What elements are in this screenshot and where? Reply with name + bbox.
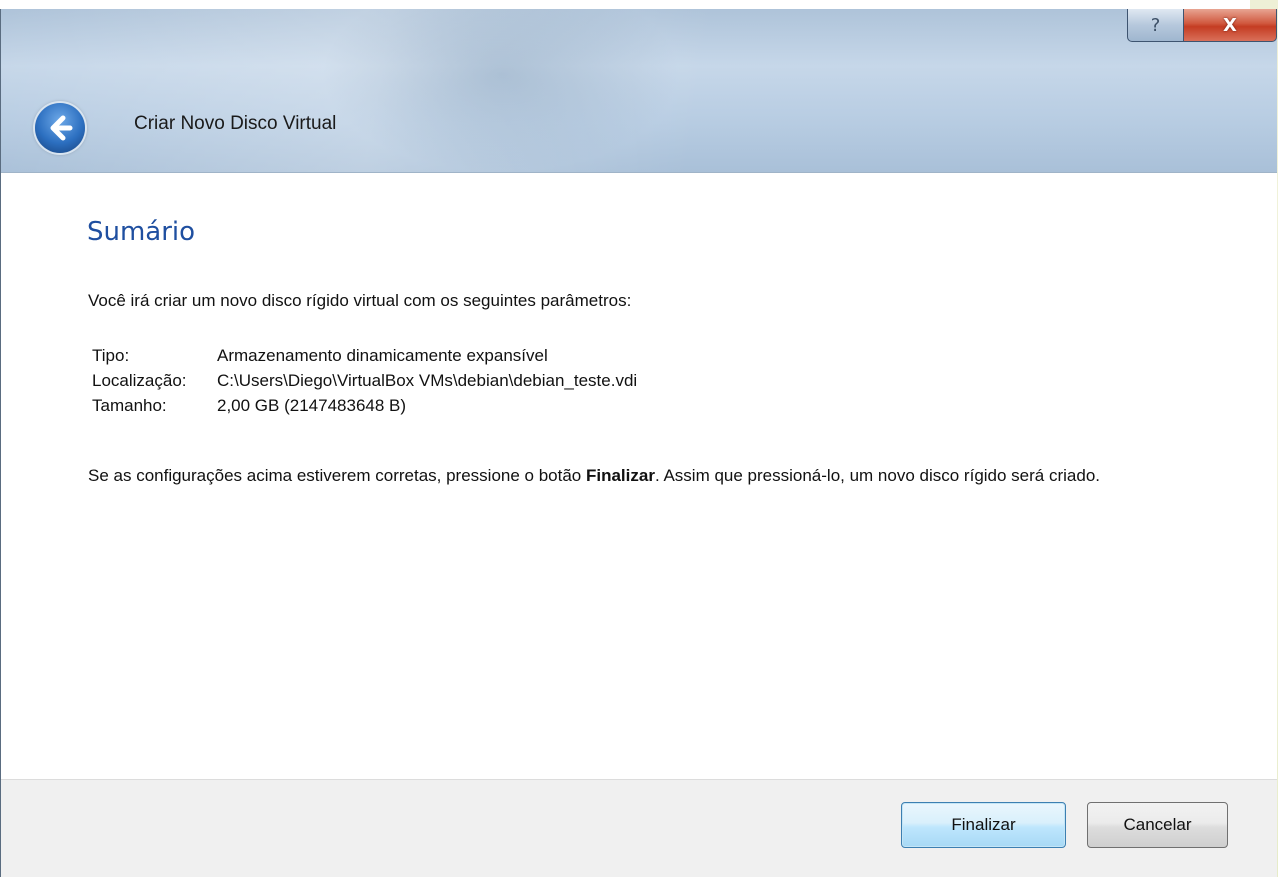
param-row-type: Tipo: Armazenamento dinamicamente expans…: [92, 343, 637, 368]
param-value: 2,00 GB (2147483648 B): [217, 396, 407, 415]
dialog-title: Criar Novo Disco Virtual: [134, 113, 337, 134]
content-panel: Sumário Você irá criar um novo disco ríg…: [1, 172, 1277, 779]
param-key: Tipo:: [92, 346, 130, 365]
confirmation-note: Se as configurações acima estiverem corr…: [88, 463, 1238, 488]
help-button[interactable]: ?: [1127, 9, 1184, 42]
param-row-size: Tamanho: 2,00 GB (2147483648 B): [92, 393, 637, 418]
close-button[interactable]: X: [1184, 9, 1277, 42]
param-key: Localização:: [92, 371, 187, 390]
page-heading: Sumário: [87, 217, 196, 247]
back-arrow-icon: [50, 115, 73, 141]
title-bar: ? X Criar Novo Disco Virtual: [1, 9, 1277, 172]
note-text-end: . Assim que pressioná-lo, um novo disco …: [654, 466, 1100, 485]
close-icon: X: [1223, 14, 1237, 36]
help-icon: ?: [1150, 14, 1161, 36]
button-bar: Finalizar Cancelar: [1, 779, 1277, 877]
wizard-window: ? X Criar Novo Disco Virtual Sumário Voc…: [0, 9, 1277, 877]
top-gap: [0, 0, 1278, 9]
cancel-button[interactable]: Cancelar: [1087, 802, 1228, 848]
back-button[interactable]: [35, 103, 85, 153]
note-text-start: Se as configurações acima estiverem corr…: [88, 466, 586, 485]
param-value: C:\Users\Diego\VirtualBox VMs\debian\deb…: [217, 371, 638, 390]
parameters-list: Tipo: Armazenamento dinamicamente expans…: [92, 343, 637, 418]
window-controls: ? X: [1127, 9, 1277, 42]
param-value: Armazenamento dinamicamente expansível: [217, 346, 548, 365]
note-bold-finish: Finalizar: [585, 466, 655, 485]
intro-text: Você irá criar um novo disco rígido virt…: [88, 291, 632, 310]
param-key: Tamanho:: [92, 396, 167, 415]
finish-button[interactable]: Finalizar: [901, 802, 1066, 848]
param-row-location: Localização: C:\Users\Diego\VirtualBox V…: [92, 368, 637, 393]
